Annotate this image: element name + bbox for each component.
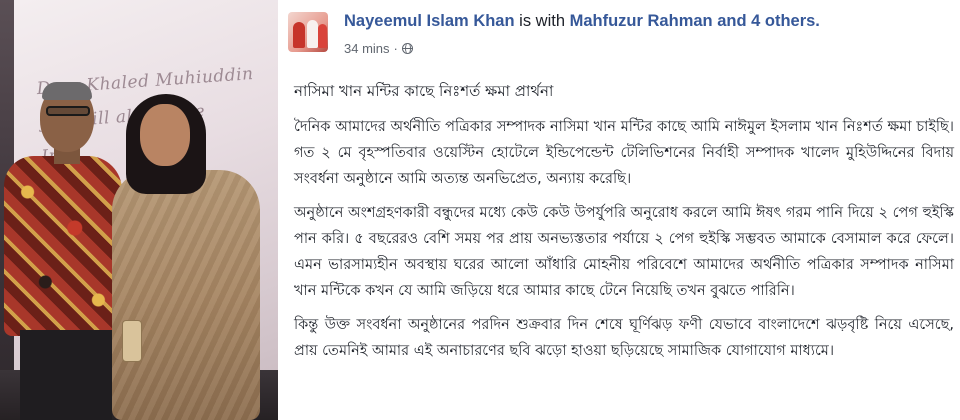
post-header: Nayeemul Islam Khan is with Mahfuzur Rah… <box>344 12 954 31</box>
avatar-figure-1 <box>293 22 305 48</box>
man-trousers <box>20 330 112 420</box>
facebook-post: Nayeemul Islam Khan is with Mahfuzur Rah… <box>282 0 960 420</box>
tagged-people-link[interactable]: Mahfuzur Rahman and 4 others. <box>570 12 820 30</box>
author-name-link[interactable]: Nayeemul Islam Khan <box>344 12 515 30</box>
globe-icon[interactable] <box>401 43 413 54</box>
man-glasses <box>46 106 90 116</box>
event-photo[interactable]: Dear Khaled Muhiuddin you will always be… <box>0 0 278 420</box>
post-meta: 34 mins · <box>344 41 413 56</box>
author-avatar[interactable] <box>288 12 328 52</box>
post-paragraph-1: দৈনিক আমাদের অর্থনীতি পত্রিকার সম্পাদক ন… <box>294 119 954 187</box>
post-paragraph-2: অনুষ্ঠানে অংশগ্রহণকারী বন্ধুদের মধ্যে কে… <box>294 205 954 299</box>
woman-handbag <box>122 320 142 362</box>
post-title: নাসিমা খান মন্টির কাছে নিঃশর্ত ক্ষমা প্র… <box>294 82 554 100</box>
avatar-figure-3 <box>318 24 327 48</box>
man-shirt <box>4 156 122 336</box>
post-paragraph-3: কিন্তু উক্ত সংবর্ধনা অনুষ্ঠানের পরদিন শু… <box>294 317 954 359</box>
woman-face <box>140 104 190 166</box>
woman-sari <box>112 170 260 420</box>
avatar-figure-2 <box>307 20 318 48</box>
with-text: is with <box>519 12 566 30</box>
post-body: নাসিমা খান মন্টির কাছে নিঃশর্ত ক্ষমা প্র… <box>294 78 954 372</box>
post-timestamp-link[interactable]: 34 mins <box>344 41 390 56</box>
man-hair <box>42 82 92 100</box>
meta-separator: · <box>393 41 398 56</box>
